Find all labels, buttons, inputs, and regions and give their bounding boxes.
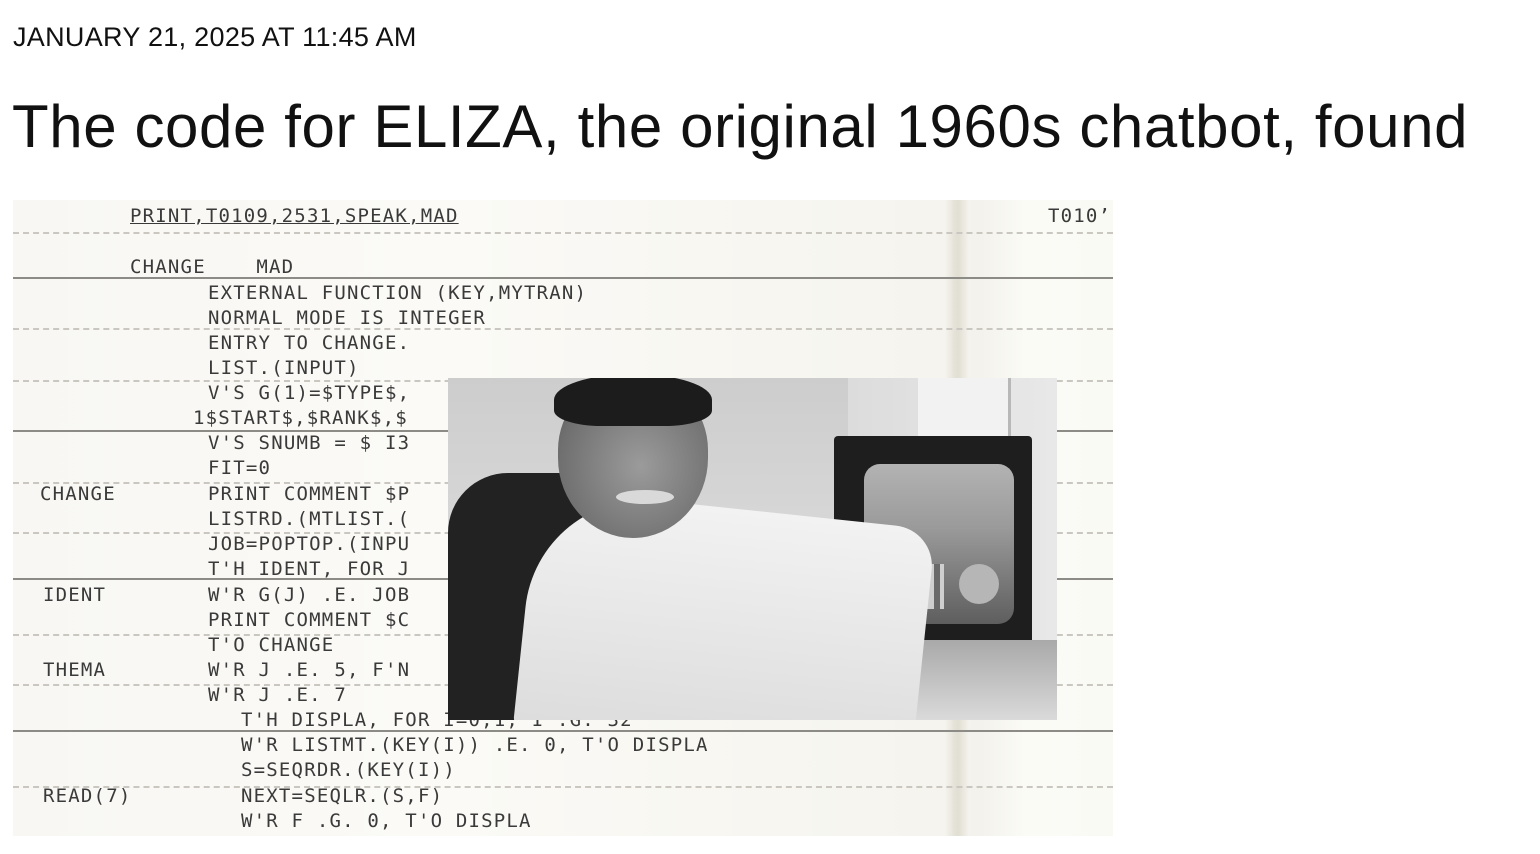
article-headline[interactable]: The code for ELIZA, the original 1960s c… — [12, 92, 1468, 161]
code-label: THEMA — [43, 659, 107, 681]
person-hair — [554, 378, 712, 426]
printout-rule — [13, 232, 1113, 234]
code-line: PRINT,T0109,2531,SPEAK,MAD — [130, 205, 459, 227]
code-line: NEXT=SEQLR.(S,F) — [241, 785, 444, 807]
code-line: W'R J .E. 7 — [208, 684, 348, 706]
printout-rule — [13, 786, 1113, 788]
code-line: W'R J .E. 5, F'N — [208, 659, 411, 681]
code-line: W'R F .G. 0, T'O DISPLA — [241, 810, 532, 832]
person-mustache — [616, 490, 674, 504]
code-line: LIST.(INPUT) — [208, 357, 360, 379]
code-line: NORMAL MODE IS INTEGER — [208, 307, 487, 329]
weizenbaum-photo — [448, 378, 1057, 720]
printout-rule — [13, 328, 1113, 330]
code-line: JOB=POPTOP.(INPU — [208, 533, 411, 555]
code-line: LISTRD.(MTLIST.( — [208, 508, 411, 530]
code-line: PRINT COMMENT $C — [208, 609, 411, 631]
code-line: S=SEQRDR.(KEY(I)) — [241, 759, 456, 781]
code-line: ENTRY TO CHANGE. — [208, 332, 411, 354]
code-line: PRINT COMMENT $P — [208, 483, 411, 505]
person-arm — [512, 488, 936, 720]
code-label: CHANGE — [40, 483, 116, 505]
code-line: T010’ — [1048, 205, 1112, 227]
code-line: CHANGE MAD — [130, 256, 295, 278]
code-line: T'H IDENT, FOR J — [208, 558, 411, 580]
code-line: T'O CHANGE — [208, 634, 335, 656]
code-line: W'R LISTMT.(KEY(I)) .E. 0, T'O DISPLA — [241, 734, 709, 756]
code-label: IDENT — [43, 584, 107, 606]
code-line: FIT=0 — [208, 457, 272, 479]
article-dateline: JANUARY 21, 2025 AT 11:45 AM — [13, 22, 417, 52]
code-line: V'S SNUMB = $ I3 — [208, 432, 411, 454]
code-line: EXTERNAL FUNCTION (KEY,MYTRAN) — [208, 282, 588, 304]
code-line: W'R G(J) .E. JOB — [208, 584, 411, 606]
code-line: 1$START$,$RANK$,$ — [193, 407, 408, 429]
code-line: V'S G(1)=$TYPE$, — [208, 382, 411, 404]
screen-dial — [959, 564, 999, 604]
code-label: READ(7) — [43, 785, 132, 807]
